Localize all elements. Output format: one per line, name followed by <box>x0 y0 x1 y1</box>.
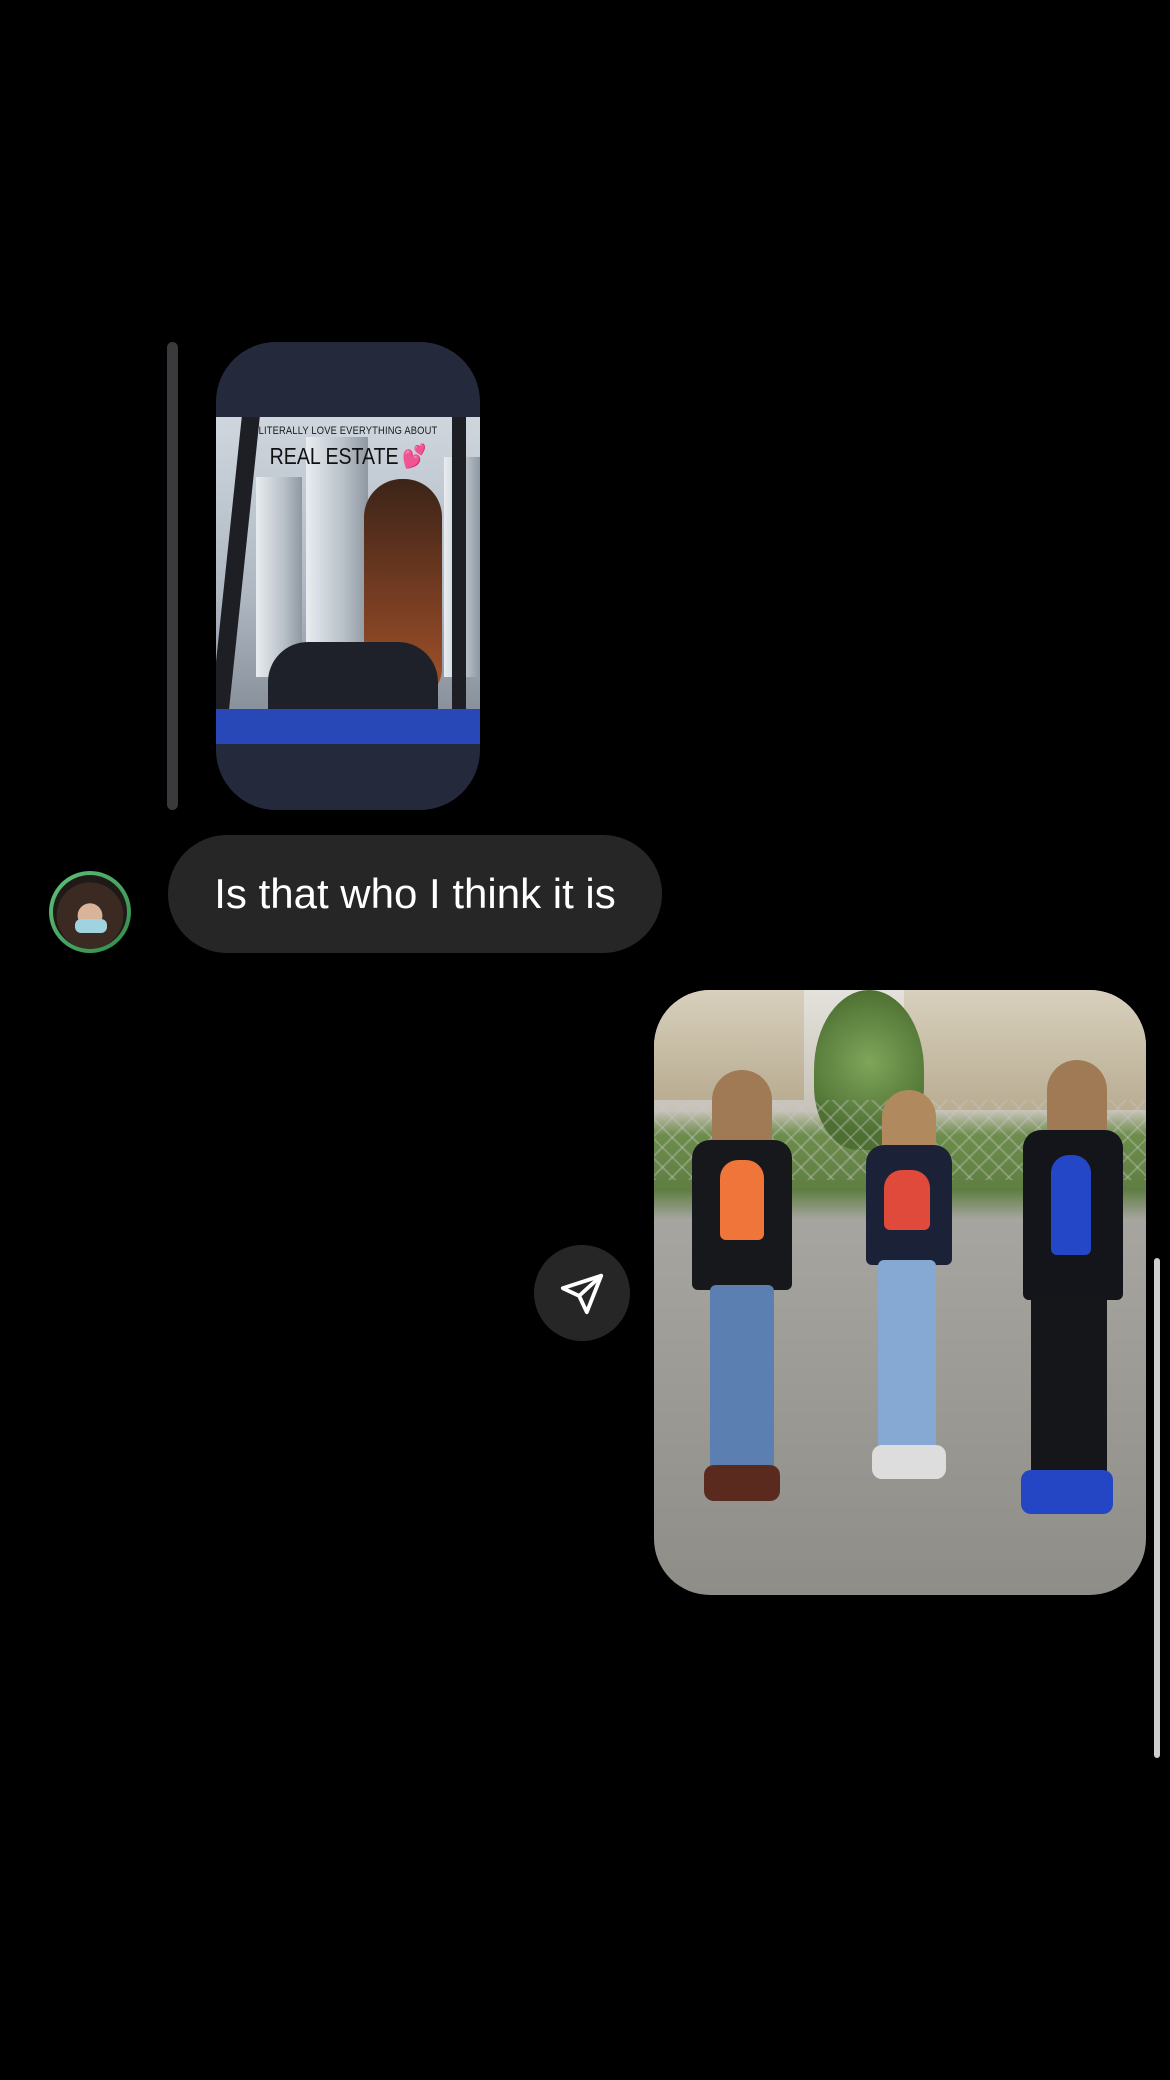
story-caption-main: REAL ESTATE 💕 <box>236 443 460 470</box>
received-message-bubble[interactable]: Is that who I think it is <box>168 835 662 953</box>
share-button[interactable] <box>534 1245 630 1341</box>
sent-photo-message[interactable] <box>654 990 1146 1595</box>
hearts-emoji-icon: 💕 <box>401 443 427 469</box>
story-photo: LITERALLY LOVE EVERYTHING ABOUT REAL EST… <box>216 417 480 744</box>
story-caption-main-text: REAL ESTATE <box>269 443 399 469</box>
story-caption-top: LITERALLY LOVE EVERYTHING ABOUT <box>258 425 438 437</box>
scrollbar[interactable] <box>1154 1258 1160 1758</box>
sender-avatar[interactable] <box>49 871 131 953</box>
reply-thread-bar <box>167 342 178 810</box>
message-text: Is that who I think it is <box>214 870 616 917</box>
story-reply-card[interactable]: LITERALLY LOVE EVERYTHING ABOUT REAL EST… <box>216 342 480 810</box>
paper-plane-icon <box>560 1273 604 1315</box>
